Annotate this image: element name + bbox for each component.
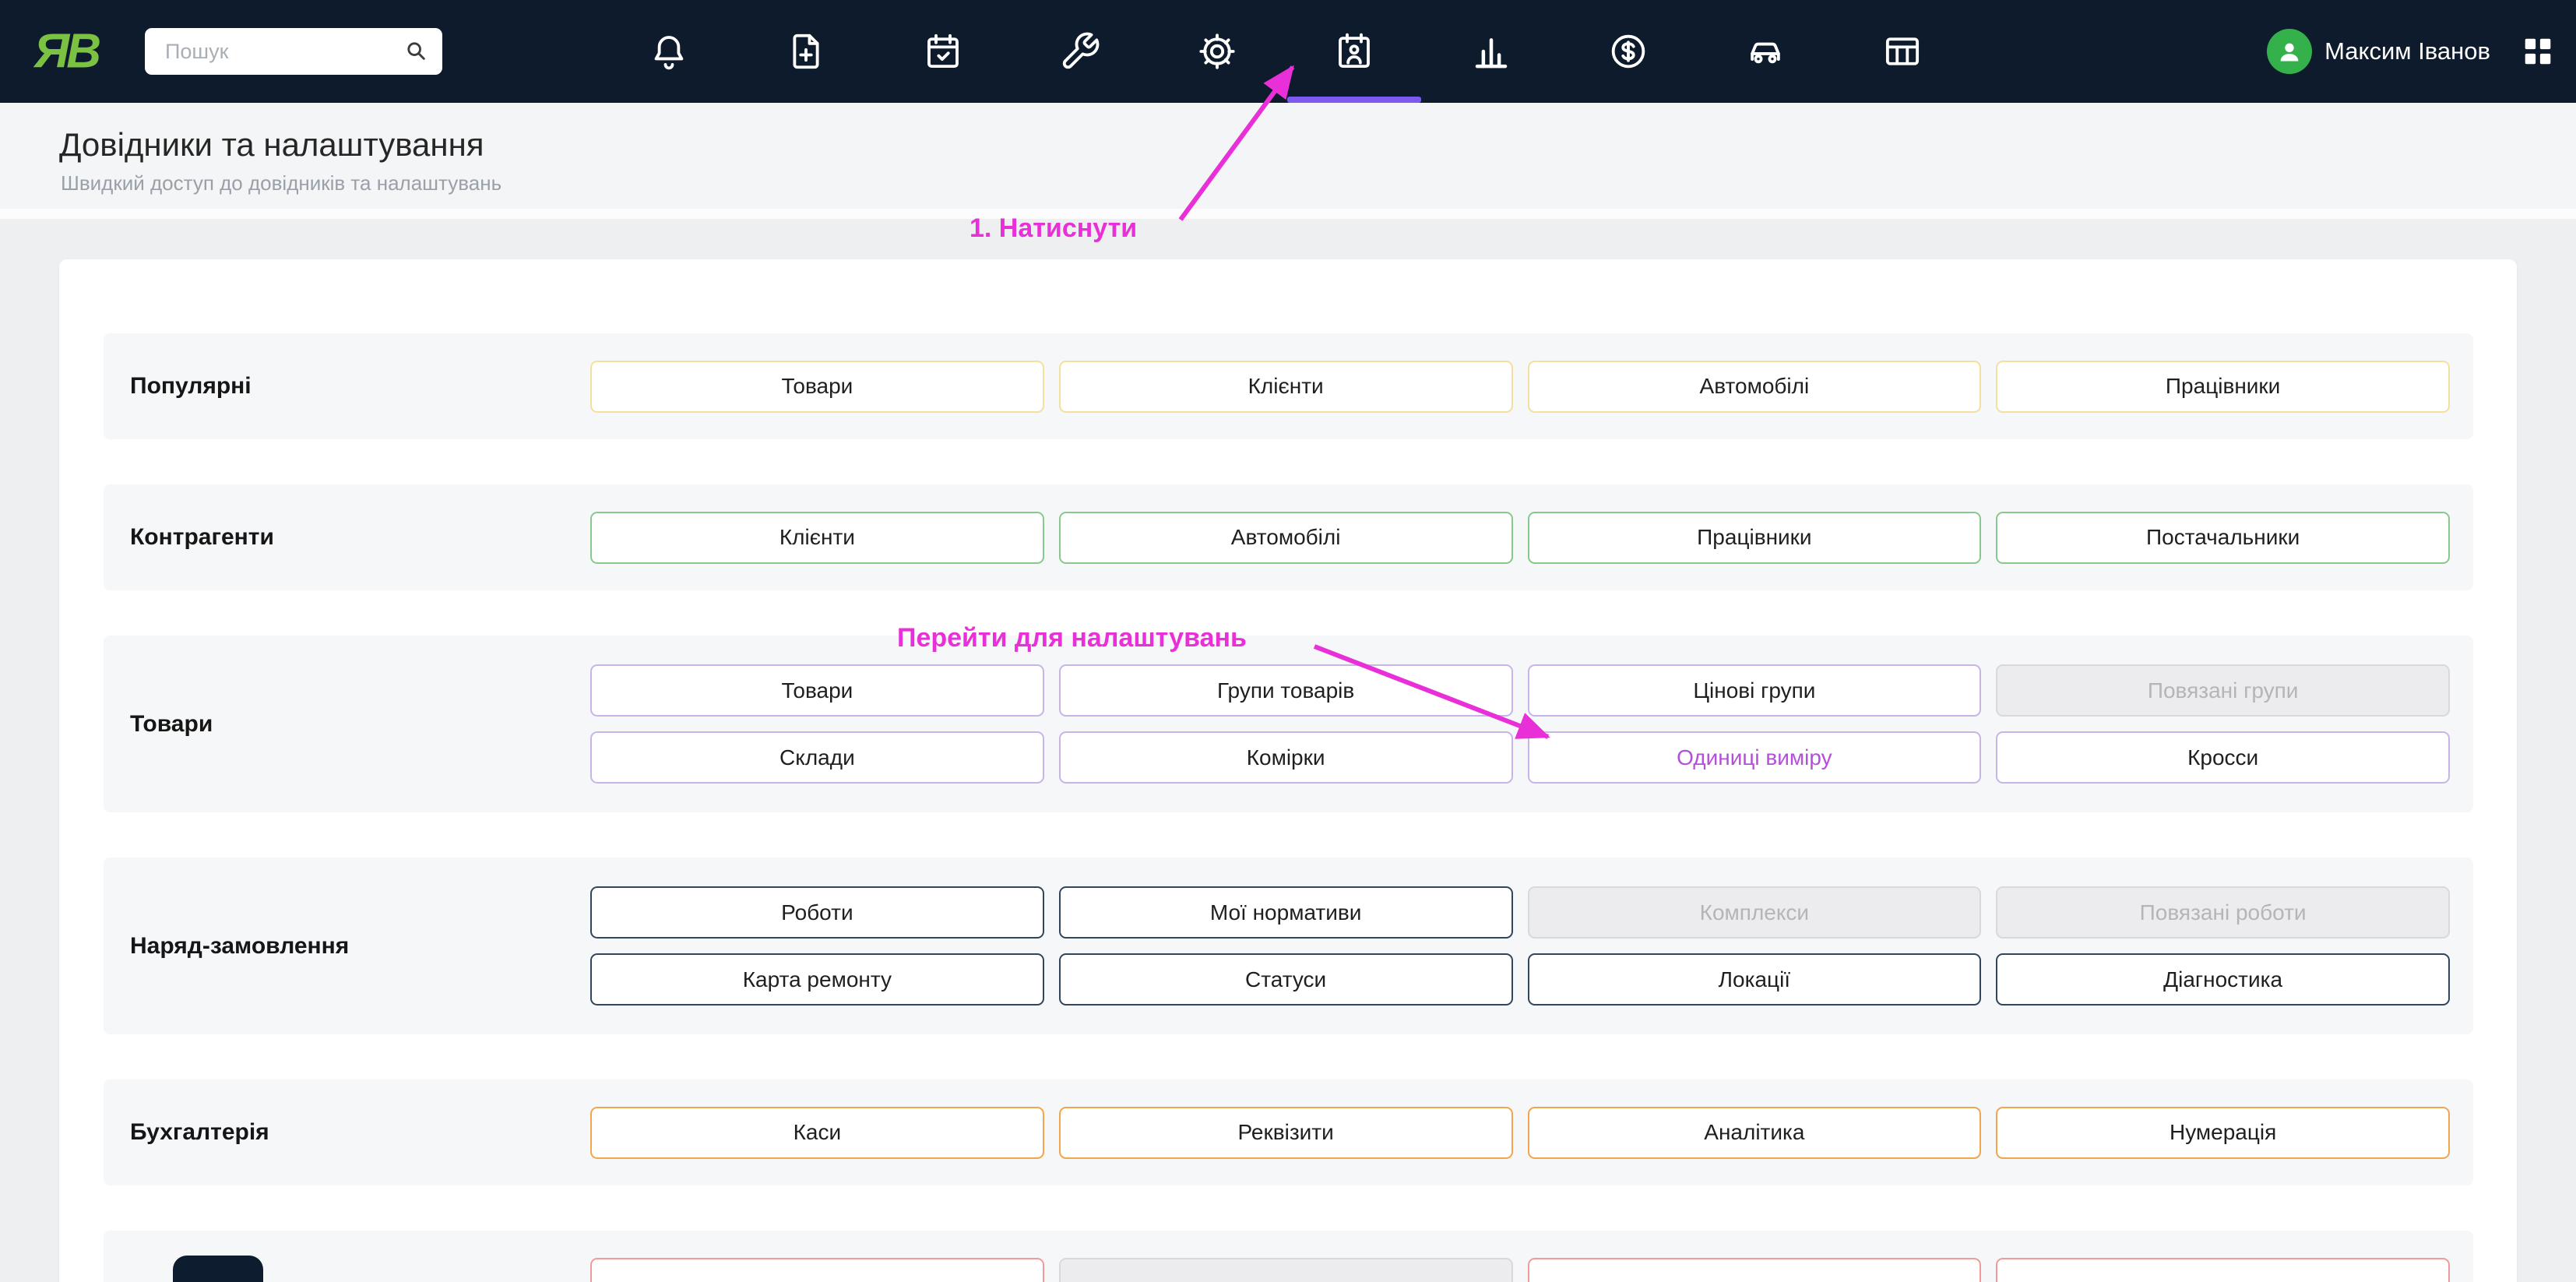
search-input[interactable] — [145, 28, 377, 75]
catalog-button[interactable]: Повязані роботи — [1996, 886, 2450, 939]
catalog-button[interactable]: Повязані групи — [1996, 664, 2450, 717]
section-label: Бухгалтерія — [130, 1119, 269, 1145]
user-box: Максим Іванов — [2267, 0, 2556, 103]
section-panel-4: Наряд-замовлення Роботи Мої нормативи Компл… — [104, 858, 2473, 1034]
main-nav — [600, 0, 1971, 103]
catalog-button[interactable] — [1996, 1257, 2450, 1282]
section-buttons: Товари Групи товарів Цінові групи Повязані … — [590, 664, 2473, 784]
section-label: Наряд-замовлення — [130, 932, 350, 959]
gear-icon — [1196, 30, 1238, 72]
wrench-icon — [1059, 30, 1101, 72]
catalog-button[interactable]: Товари — [590, 664, 1044, 717]
content-card: Популярні Товари Клієнти Автомобілі Працівни… — [59, 259, 2517, 1282]
section-label: Товари — [130, 710, 213, 737]
section-label: Контрагенти — [130, 524, 274, 550]
top-bar: ЯВ Пошук Максим Іванов — [0, 0, 2576, 103]
nav-tools[interactable] — [1012, 0, 1149, 103]
app-logo[interactable]: ЯВ — [34, 24, 101, 79]
nav-new-document[interactable] — [737, 0, 875, 103]
annotation-step1: 1. Натиснути — [970, 213, 1138, 243]
catalog-button[interactable]: Групи товарів — [1058, 664, 1513, 717]
catalog-button[interactable]: Комплекси — [1527, 886, 1982, 939]
catalog-button[interactable]: Товари — [590, 360, 1044, 413]
catalog-button[interactable]: Локації — [1527, 953, 1982, 1006]
dollar-icon — [1607, 30, 1649, 72]
section-panel-6 — [104, 1231, 2473, 1282]
catalog-button[interactable]: Аналітика — [1527, 1106, 1982, 1159]
section-buttons: Товари Клієнти Автомобілі Працівники — [590, 360, 2473, 413]
catalog-button[interactable]: Клієнти — [590, 511, 1044, 564]
search-icon[interactable] — [403, 38, 430, 65]
divider — [0, 209, 2576, 219]
catalog-button[interactable]: Одиниці виміру — [1527, 731, 1982, 784]
nav-settings[interactable] — [1149, 0, 1286, 103]
document-add-icon — [785, 30, 827, 72]
catalog-button[interactable]: Клієнти — [1058, 360, 1513, 413]
section-buttons: Роботи Мої нормативи Комплекси Повязані роб… — [590, 886, 2473, 1006]
catalog-button[interactable]: Працівники — [1996, 360, 2450, 413]
catalog-button[interactable]: Реквізити — [1058, 1106, 1513, 1159]
nav-notifications[interactable] — [600, 0, 737, 103]
catalog-button[interactable]: Мої нормативи — [1058, 886, 1513, 939]
catalog-button[interactable]: Постачальники — [1996, 511, 2450, 564]
catalog-button[interactable]: Нумерація — [1996, 1106, 2450, 1159]
catalog-button[interactable]: Працівники — [1527, 511, 1982, 564]
chat-launcher[interactable] — [173, 1256, 263, 1282]
calendar-check-icon — [922, 30, 964, 72]
catalog-button[interactable] — [590, 1257, 1044, 1282]
user-avatar[interactable] — [2267, 29, 2313, 74]
section-buttons: Клієнти Автомобілі Працівники Постачальники — [590, 511, 2473, 564]
section-panel-2: Контрагенти Клієнти Автомобілі Працівники По… — [104, 484, 2473, 590]
section-label: Популярні — [130, 373, 252, 399]
apps-grid-icon[interactable] — [2520, 33, 2556, 69]
catalog-button[interactable] — [1527, 1257, 1982, 1282]
catalog-button[interactable]: Автомобілі — [1527, 360, 1982, 413]
nav-staff-calendar[interactable] — [1286, 0, 1423, 103]
section-panel-5: Бухгалтерія Каси Реквізити Аналітика Нумерац… — [104, 1079, 2473, 1185]
catalog-button[interactable]: Статуси — [1058, 953, 1513, 1006]
catalog-button[interactable] — [1058, 1257, 1513, 1282]
nav-vehicles[interactable] — [1697, 0, 1834, 103]
catalog-button[interactable]: Цінові групи — [1527, 664, 1982, 717]
user-name[interactable]: Максим Іванов — [2324, 37, 2490, 65]
staff-calendar-icon — [1333, 30, 1375, 72]
section-panel-3: Товари Товари Групи товарів Цінові групи Пов… — [104, 636, 2473, 812]
sections: Популярні Товари Клієнти Автомобілі Працівни… — [104, 259, 2473, 1282]
table-icon — [1881, 30, 1923, 72]
search-box — [145, 28, 442, 75]
catalog-button[interactable]: Карта ремонту — [590, 953, 1044, 1006]
nav-tables[interactable] — [1834, 0, 1971, 103]
section-buttons — [590, 1257, 2473, 1282]
section-panel-1: Популярні Товари Клієнти Автомобілі Працівни… — [104, 333, 2473, 439]
bell-icon — [648, 30, 690, 72]
nav-schedule[interactable] — [875, 0, 1012, 103]
catalog-button[interactable]: Роботи — [590, 886, 1044, 939]
page-title: Довідники та налаштування — [59, 126, 484, 163]
section-buttons: Каси Реквізити Аналітика Нумерація — [590, 1106, 2473, 1159]
car-icon — [1744, 30, 1786, 72]
catalog-button[interactable]: Кросси — [1996, 731, 2450, 784]
nav-reports[interactable] — [1423, 0, 1560, 103]
catalog-button[interactable]: Автомобілі — [1058, 511, 1513, 564]
annotation-step2: Перейти для налаштувань — [897, 623, 1247, 653]
catalog-button[interactable]: Діагностика — [1996, 953, 2450, 1006]
catalog-button[interactable]: Каси — [590, 1106, 1044, 1159]
catalog-button[interactable]: Склади — [590, 731, 1044, 784]
page-subtitle: Швидкий доступ до довідників та налаштув… — [61, 171, 502, 195]
catalog-button[interactable]: Комірки — [1058, 731, 1513, 784]
bar-chart-icon — [1470, 30, 1512, 72]
nav-finance[interactable] — [1560, 0, 1697, 103]
